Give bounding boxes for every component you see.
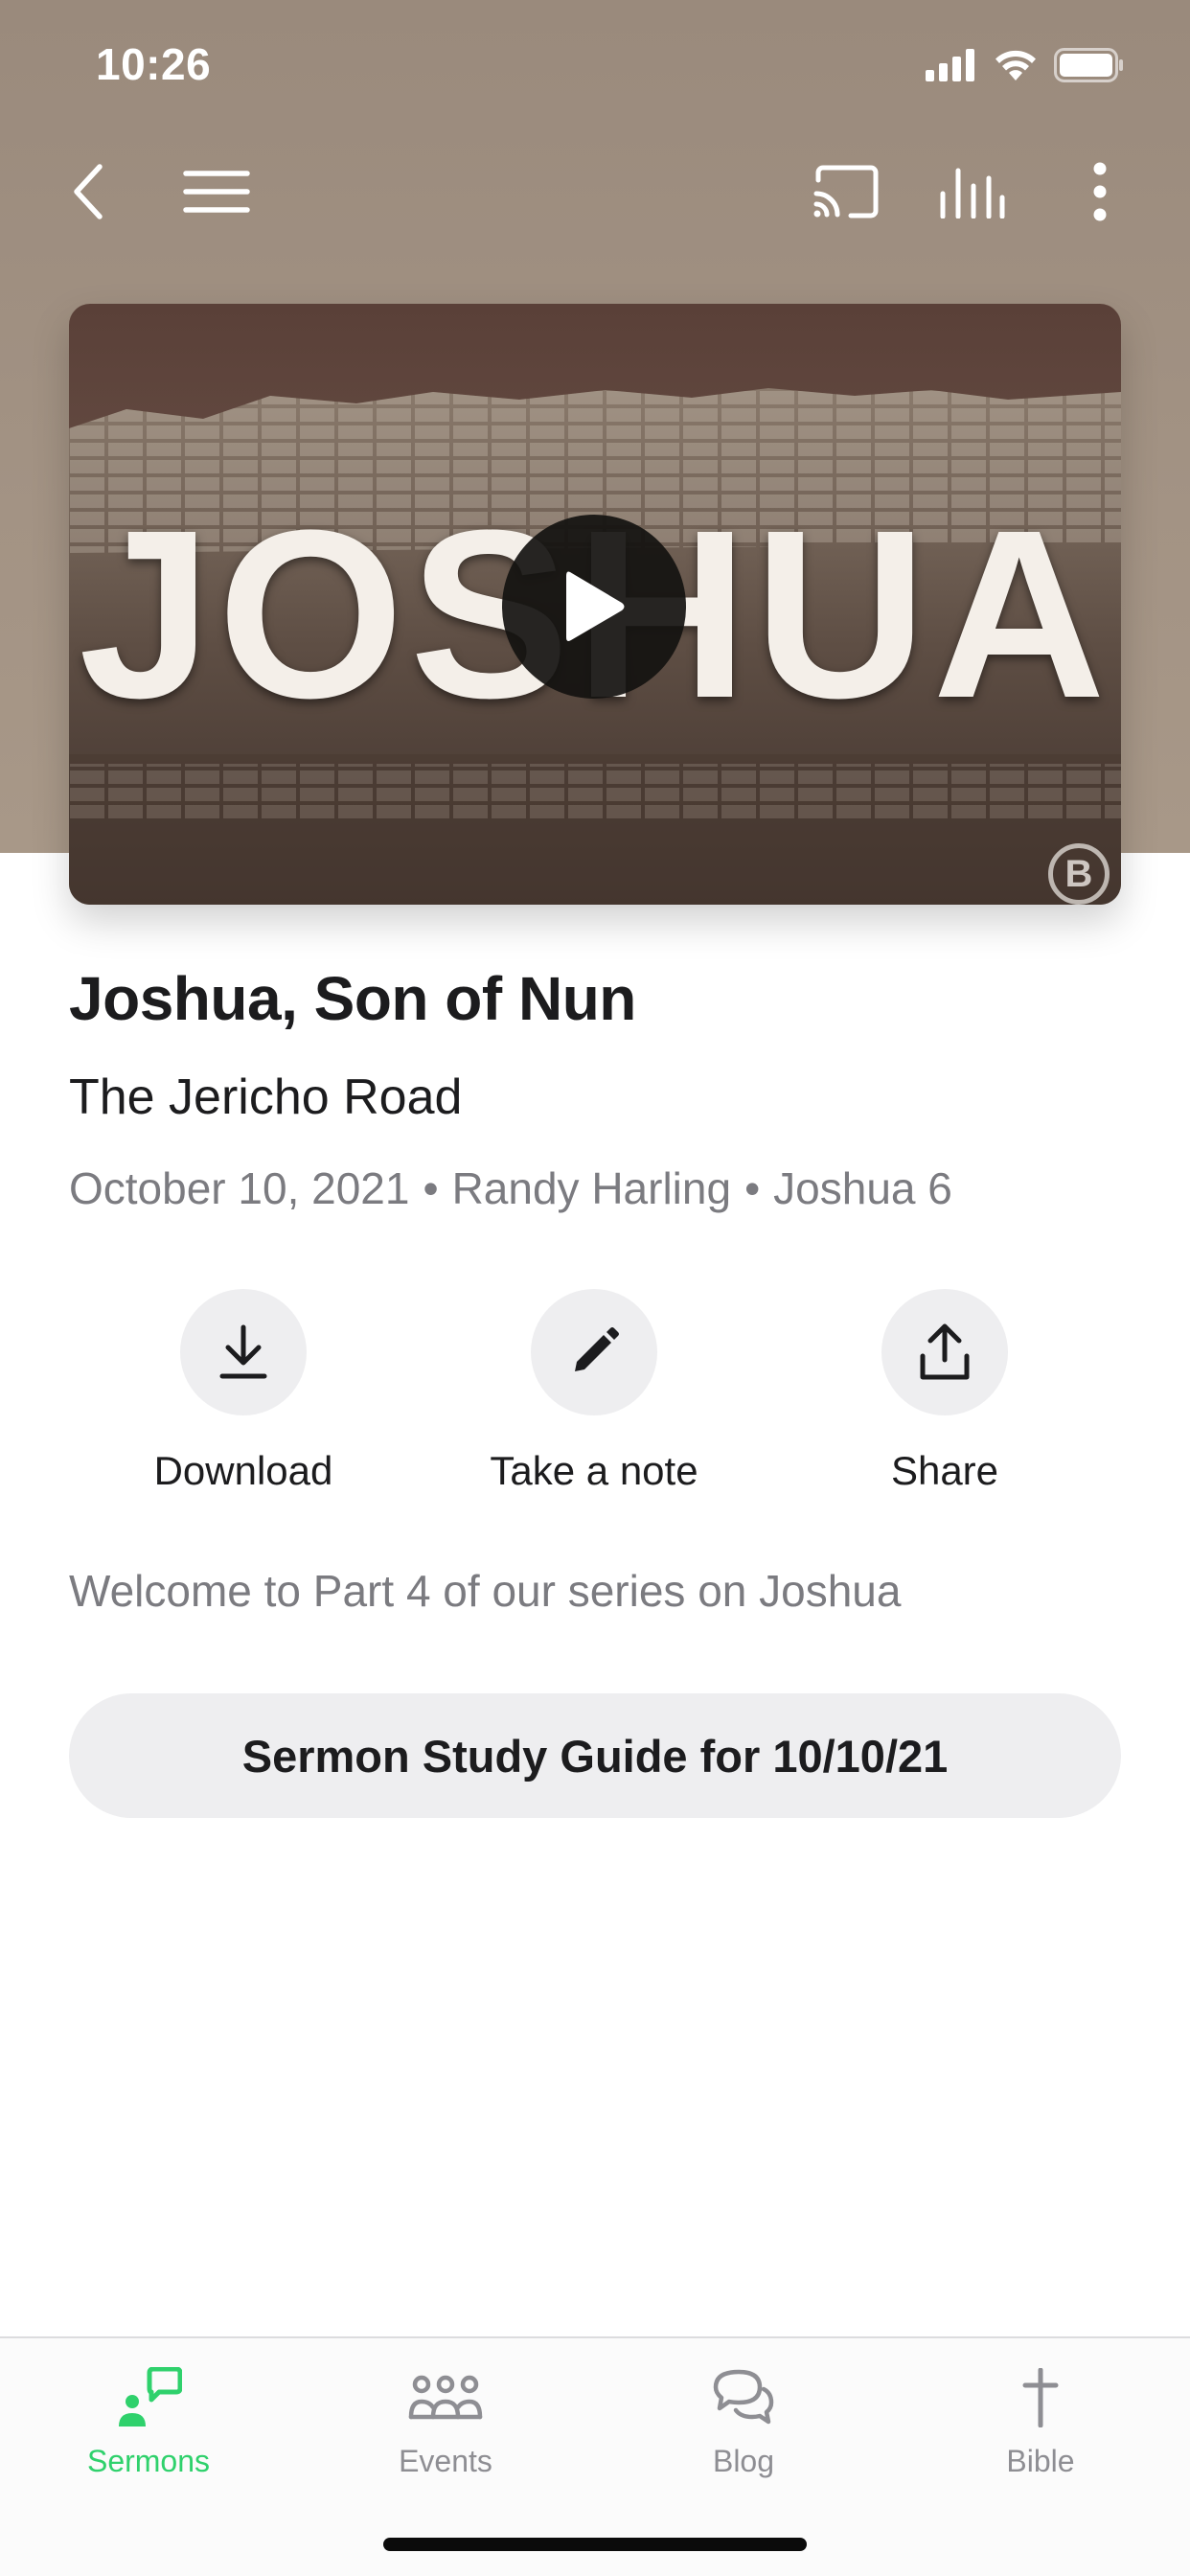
take-note-button[interactable]: Take a note [450,1289,738,1494]
status-icons [926,48,1125,82]
study-guide-button[interactable]: Sermon Study Guide for 10/10/21 [69,1693,1121,1818]
tab-events-label: Events [399,2444,492,2478]
play-icon [566,571,625,641]
download-button[interactable]: Download [100,1289,387,1494]
tab-bible-icon-wrap [1019,2359,1062,2436]
sermon-series: The Jericho Road [69,1070,463,1125]
chevron-left-icon [74,164,103,219]
take-note-label: Take a note [490,1448,698,1493]
tab-bible[interactable]: Bible [926,2359,1156,2479]
sermon-description: Welcome to Part 4 of our series on Joshu… [69,1566,902,1616]
tab-blog-icon-wrap [712,2359,775,2436]
church-logo-icon: B [1048,843,1110,905]
audio-levels-icon [940,168,1005,218]
download-label: Download [153,1448,333,1493]
bible-cross-icon [1022,2368,1059,2427]
sermon-speaker[interactable]: Randy Harling [452,1163,731,1213]
events-icon [408,2375,483,2420]
tab-sermons-icon-wrap [115,2359,182,2436]
tab-events-icon-wrap [408,2359,483,2436]
battery-icon [1054,48,1123,82]
tab-events[interactable]: Events [331,2359,561,2479]
cast-button[interactable] [798,144,894,240]
menu-button[interactable] [169,144,264,240]
sermon-passage[interactable]: Joshua 6 [773,1163,952,1213]
wifi-icon [995,50,1036,80]
pencil-icon [575,1327,619,1371]
sermon-artwork[interactable]: JOSHUA B [69,304,1121,905]
take-note-circle[interactable] [531,1289,657,1415]
share-circle[interactable] [881,1289,1008,1415]
sermon-date: October 10, 2021 [69,1163,410,1213]
play-button[interactable] [502,515,686,699]
back-button[interactable] [40,144,136,240]
download-circle[interactable] [180,1289,307,1415]
tab-blog-label: Blog [712,2444,775,2478]
status-bar: 10:26 [0,0,1190,134]
meta-separator: • [744,1163,761,1213]
share-icon [920,1323,970,1380]
meta-separator: • [423,1163,439,1213]
cellular-signal-icon [926,49,974,81]
status-time: 10:26 [96,39,212,89]
hamburger-menu-icon [183,171,250,213]
top-toolbar [0,144,1190,240]
sermon-title: Joshua, Son of Nun [69,964,636,1033]
download-icon [219,1324,267,1379]
blog-icon [713,2369,774,2425]
share-label: Share [890,1448,999,1493]
tab-bible-label: Bible [1006,2444,1075,2478]
more-button[interactable] [1052,144,1148,240]
home-indicator[interactable] [383,2538,807,2551]
cast-icon [813,165,879,218]
audio-button[interactable] [924,144,1019,240]
action-row: Download Take a note Share [0,1289,1190,1509]
share-button[interactable]: Share [801,1289,1088,1494]
tab-sermons[interactable]: Sermons [34,2359,263,2479]
tab-blog[interactable]: Blog [629,2359,858,2479]
more-vertical-icon [1093,162,1107,221]
sermon-meta: October 10, 2021 • Randy Harling • Joshua 6 [69,1162,952,1214]
sermons-icon [119,2367,182,2426]
tab-sermons-label: Sermons [86,2444,211,2478]
